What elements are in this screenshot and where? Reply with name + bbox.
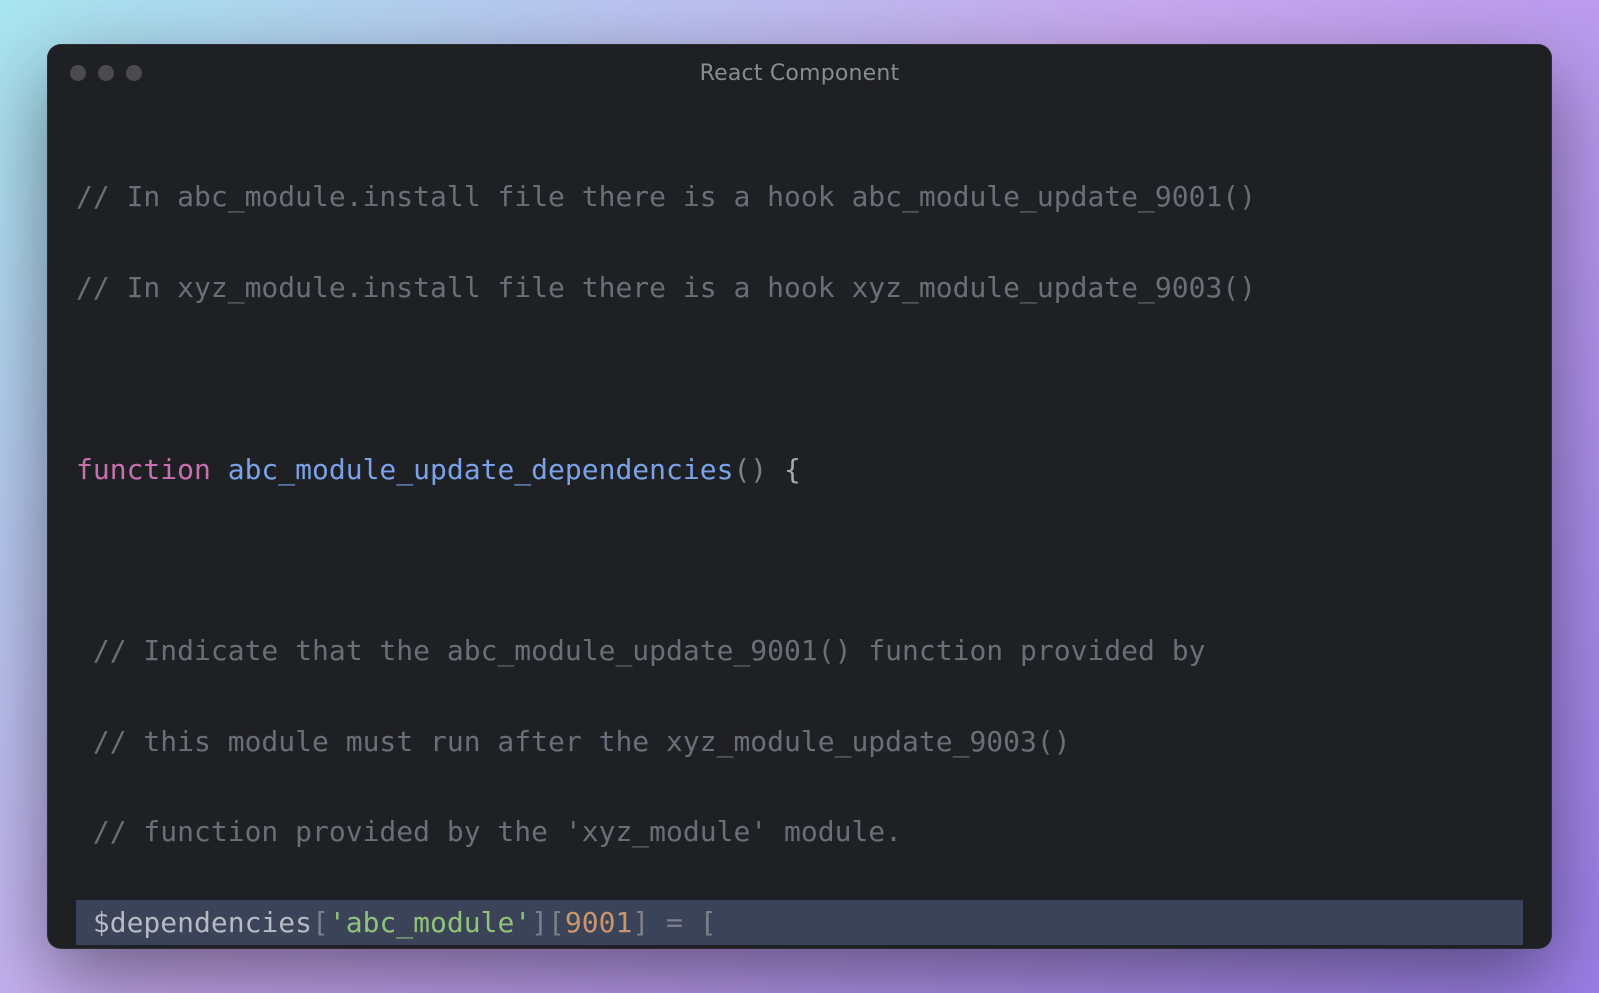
code-comment: // In abc_module.install file there is a… xyxy=(76,180,1256,213)
code-editor[interactable]: // In abc_module.install file there is a… xyxy=(48,101,1551,949)
code-string: 'abc_module' xyxy=(329,906,531,939)
code-comment: // In xyz_module.install file there is a… xyxy=(76,271,1256,304)
code-window: React Component // In abc_module.install… xyxy=(47,44,1552,949)
window-controls xyxy=(70,65,142,81)
code-punct: ] = [ xyxy=(632,906,716,939)
code-punct: () xyxy=(733,453,767,486)
window-title: React Component xyxy=(48,61,1551,86)
code-punct: [ xyxy=(548,906,565,939)
code-comment: // this module must run after the xyz_mo… xyxy=(76,725,1071,758)
maximize-icon[interactable] xyxy=(126,65,142,81)
code-brace: { xyxy=(767,453,801,486)
code-keyword: function xyxy=(76,453,211,486)
close-icon[interactable] xyxy=(70,65,86,81)
selected-line: $dependencies['abc_module'][9001] = [ xyxy=(76,900,1523,945)
code-function-name: abc_module_update_dependencies xyxy=(228,453,734,486)
titlebar: React Component xyxy=(48,45,1551,101)
code-comment: // function provided by the 'xyz_module'… xyxy=(76,815,902,848)
code-comment: // Indicate that the abc_module_update_9… xyxy=(76,634,1205,667)
code-punct: ] xyxy=(531,906,548,939)
code-punct: [ xyxy=(312,906,329,939)
code-number: 9001 xyxy=(565,906,632,939)
minimize-icon[interactable] xyxy=(98,65,114,81)
code-variable: $dependencies xyxy=(76,906,312,939)
